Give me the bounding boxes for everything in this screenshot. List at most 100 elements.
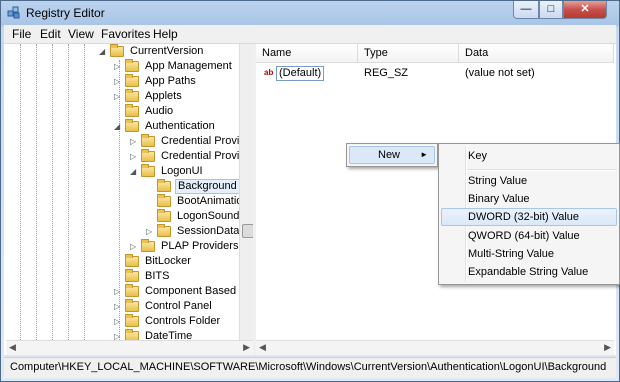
menu-item-dword-value[interactable]: DWORD (32-bit) Value bbox=[441, 208, 617, 226]
folder-icon bbox=[157, 194, 171, 207]
close-button[interactable]: ✕ bbox=[563, 1, 607, 19]
expand-arrow-icon[interactable]: ▷ bbox=[130, 239, 138, 254]
scroll-right-icon[interactable]: ▶ bbox=[243, 342, 250, 353]
tree-node-label: Component Based Se bbox=[145, 285, 239, 297]
column-header-name[interactable]: Name bbox=[256, 44, 358, 63]
scroll-left-icon[interactable]: ◀ bbox=[9, 342, 16, 353]
collapse-arrow-icon[interactable]: ◢ bbox=[99, 44, 107, 59]
registry-path: Computer\HKEY_LOCAL_MACHINE\SOFTWARE\Mic… bbox=[10, 361, 607, 373]
title-bar[interactable]: Registry Editor — □ ✕ bbox=[1, 1, 619, 25]
expand-arrow-icon[interactable]: ▷ bbox=[114, 89, 122, 104]
tree-guide-line bbox=[36, 44, 37, 340]
menu-file[interactable]: File bbox=[12, 27, 31, 41]
menu-item-expandable-string-value[interactable]: Expandable String Value bbox=[441, 263, 617, 281]
menu-item-binary-value[interactable]: Binary Value bbox=[441, 190, 617, 208]
scroll-right-icon[interactable]: ▶ bbox=[604, 342, 611, 353]
tree-node-label: App Paths bbox=[145, 75, 196, 87]
menu-help[interactable]: Help bbox=[153, 27, 178, 41]
registry-tree[interactable]: ◢ CurrentVersion ▷ App Management ▷ App Pat… bbox=[6, 44, 240, 340]
tree-node-label: CurrentVersion bbox=[130, 45, 204, 57]
maximize-button[interactable]: □ bbox=[539, 1, 563, 19]
folder-icon bbox=[125, 59, 139, 72]
tree-node-label: Background bbox=[175, 179, 239, 194]
expand-arrow-icon[interactable]: ▷ bbox=[114, 329, 122, 340]
tree-vertical-scrollbar[interactable] bbox=[239, 44, 254, 340]
menu-separator bbox=[467, 169, 617, 171]
tree-node-label: Controls Folder bbox=[145, 315, 221, 327]
submenu-arrow-icon: ► bbox=[420, 150, 428, 159]
column-header-data[interactable]: Data bbox=[459, 44, 614, 63]
folder-icon bbox=[125, 269, 139, 282]
tree-node-label: BitLocker bbox=[145, 255, 191, 267]
menu-item-multi-string-value[interactable]: Multi-String Value bbox=[441, 245, 617, 263]
folder-icon bbox=[141, 164, 155, 177]
expand-arrow-icon[interactable]: ▷ bbox=[114, 284, 122, 299]
folder-icon bbox=[125, 284, 139, 297]
value-name-default[interactable]: (Default) bbox=[276, 66, 325, 81]
menu-item-string-value[interactable]: String Value bbox=[441, 172, 617, 190]
folder-icon bbox=[125, 89, 139, 102]
menu-item-new[interactable]: New ► bbox=[349, 146, 435, 164]
folder-icon bbox=[141, 134, 155, 147]
tree-node-label: LogonSoundP bbox=[177, 210, 240, 222]
menu-item-label: New bbox=[378, 149, 401, 161]
tree-node-label: BITS bbox=[145, 270, 170, 282]
folder-icon bbox=[141, 149, 155, 162]
folder-icon bbox=[157, 209, 171, 222]
expand-arrow-icon[interactable]: ▷ bbox=[114, 74, 122, 89]
folder-icon bbox=[110, 44, 124, 57]
folder-open-icon bbox=[157, 179, 171, 192]
tree-guide-line bbox=[84, 44, 85, 340]
folder-icon bbox=[125, 104, 139, 117]
expand-arrow-icon[interactable]: ▷ bbox=[114, 299, 122, 314]
registry-editor-icon bbox=[7, 6, 20, 19]
new-submenu: Key String Value Binary Value DWORD (32-… bbox=[438, 143, 620, 285]
menu-favorites[interactable]: Favorites bbox=[101, 27, 150, 41]
tree-node-label: Applets bbox=[145, 90, 182, 102]
expand-arrow-icon[interactable]: ▷ bbox=[130, 134, 138, 149]
tree-horizontal-scrollbar[interactable]: ◀ ▶ bbox=[6, 340, 253, 355]
expand-arrow-icon[interactable]: ▷ bbox=[114, 59, 122, 74]
scroll-left-icon[interactable]: ◀ bbox=[259, 342, 266, 353]
tree-node-label: Control Panel bbox=[145, 300, 212, 312]
expand-arrow-icon[interactable]: ▷ bbox=[114, 314, 122, 329]
tree-guide-line bbox=[68, 44, 69, 340]
folder-icon bbox=[125, 74, 139, 87]
menu-item-key[interactable]: Key bbox=[441, 147, 617, 165]
menu-edit[interactable]: Edit bbox=[40, 27, 61, 41]
folder-icon bbox=[125, 299, 139, 312]
tree-guide-line bbox=[52, 44, 53, 340]
value-type: REG_SZ bbox=[364, 67, 409, 79]
collapse-arrow-icon[interactable]: ◢ bbox=[130, 164, 138, 179]
tree-node-label: Credential Provide bbox=[161, 150, 240, 162]
window-title: Registry Editor bbox=[26, 6, 105, 20]
tree-node-label: LogonUI bbox=[161, 165, 203, 177]
tree-node-label: Credential Provide bbox=[161, 135, 240, 147]
tree-node-label: SessionData bbox=[177, 225, 240, 237]
value-data: (value not set) bbox=[465, 67, 535, 79]
list-horizontal-scrollbar[interactable]: ◀ ▶ bbox=[256, 340, 614, 355]
tree-node-label: App Management bbox=[145, 60, 232, 72]
tree-node-label: BootAnimatio bbox=[177, 195, 240, 207]
context-menu: New ► bbox=[346, 143, 438, 167]
column-header-type[interactable]: Type bbox=[358, 44, 459, 63]
tree-node-label: DateTime bbox=[145, 330, 193, 340]
folder-icon bbox=[125, 329, 139, 340]
folder-icon bbox=[125, 119, 139, 132]
tree-node-label: Audio bbox=[145, 105, 174, 117]
status-bar: Computer\HKEY_LOCAL_MACHINE\SOFTWARE\Mic… bbox=[4, 357, 616, 378]
minimize-button[interactable]: — bbox=[513, 1, 539, 19]
tree-node-label: PLAP Providers bbox=[161, 240, 239, 252]
tree-guide-line bbox=[20, 44, 21, 340]
collapse-arrow-icon[interactable]: ◢ bbox=[114, 119, 122, 134]
folder-icon bbox=[141, 239, 155, 252]
expand-arrow-icon[interactable]: ▷ bbox=[130, 149, 138, 164]
folder-icon bbox=[157, 224, 171, 237]
menu-bar: File Edit View Favorites Help bbox=[4, 25, 616, 44]
expand-arrow-icon[interactable]: ▷ bbox=[146, 224, 154, 239]
folder-icon bbox=[125, 254, 139, 267]
folder-icon bbox=[125, 314, 139, 327]
menu-view[interactable]: View bbox=[68, 27, 94, 41]
tree-node-label: Authentication bbox=[145, 120, 215, 132]
menu-item-qword-value[interactable]: QWORD (64-bit) Value bbox=[441, 227, 617, 245]
